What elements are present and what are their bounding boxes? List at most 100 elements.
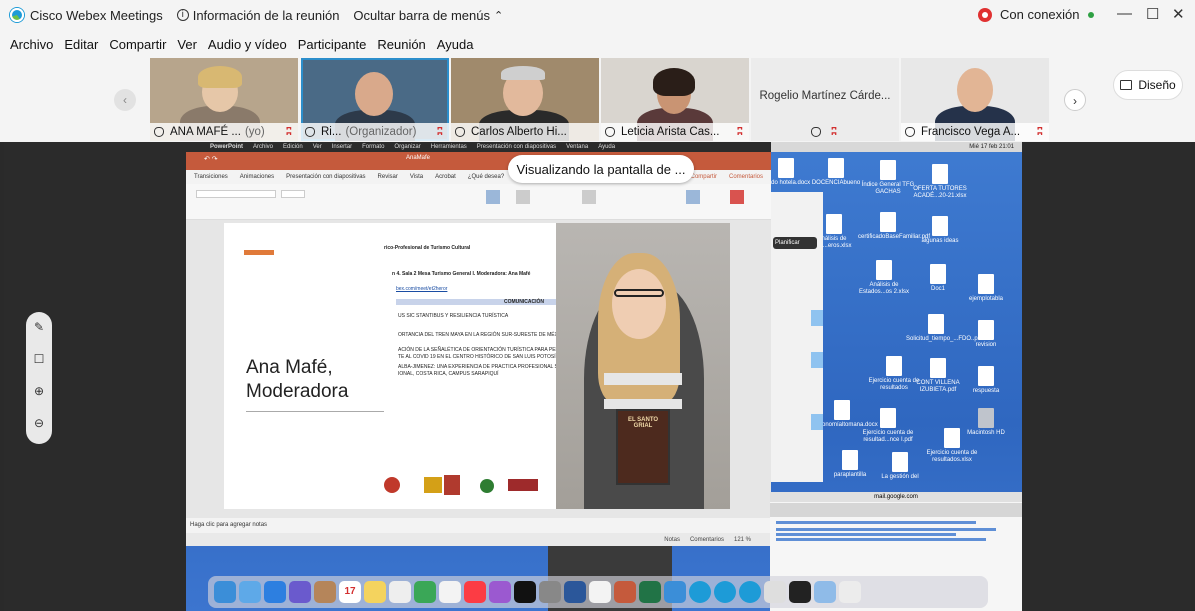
ppt-menu-item[interactable]: Presentación con diapositivas: [477, 144, 556, 150]
powerpoint-icon[interactable]: [614, 581, 636, 603]
reminders-icon[interactable]: [389, 581, 411, 603]
contacts-icon[interactable]: [314, 581, 336, 603]
webex-teams-dock-icon[interactable]: [739, 581, 761, 603]
ppt-comments-button[interactable]: Comentarios: [729, 174, 763, 180]
ribbon-tab[interactable]: Transiciones: [194, 174, 228, 180]
ribbon-tab[interactable]: Vista: [410, 174, 423, 180]
webex-dock-icon[interactable]: [689, 581, 711, 603]
onedrive-icon[interactable]: [664, 581, 686, 603]
photos-icon[interactable]: [439, 581, 461, 603]
safari-icon[interactable]: [264, 581, 286, 603]
desktop-file-icon[interactable]: ejemplotabla: [956, 274, 1016, 303]
browser-tabs[interactable]: [770, 503, 1022, 517]
menu-archivo[interactable]: Archivo: [10, 37, 53, 52]
system-preferences-icon[interactable]: [539, 581, 561, 603]
ribbon-search[interactable]: ¿Qué desea?: [468, 174, 504, 180]
annotate-pen-icon[interactable]: ✎: [32, 320, 46, 334]
minimize-button[interactable]: —: [1117, 5, 1132, 22]
desktop-file-icon[interactable]: revision: [956, 320, 1016, 349]
menu-compartir[interactable]: Compartir: [109, 37, 166, 52]
menu-audio-video[interactable]: Audio y vídeo: [208, 37, 287, 52]
slide[interactable]: Ana Mafé, Moderadora rico-Profesional de…: [224, 223, 730, 509]
preview-icon[interactable]: [764, 581, 786, 603]
ppt-menu-item[interactable]: Ayuda: [598, 144, 615, 150]
desktop-file-icon[interactable]: Análisis de Estados...os 2.xlsx: [854, 260, 914, 296]
menu-participante[interactable]: Participante: [298, 37, 367, 52]
menu-editar[interactable]: Editar: [64, 37, 98, 52]
desktop-file-icon[interactable]: algunas ideas: [910, 216, 970, 245]
desktop-file-icon[interactable]: Ejercicio cuenta de resultados.xlsx: [922, 428, 982, 464]
trash-icon[interactable]: [839, 581, 861, 603]
ribbon-tab[interactable]: Acrobat: [435, 174, 456, 180]
desktop-file-icon[interactable]: DOCENCIAbueno: [806, 158, 866, 187]
tv-icon[interactable]: [514, 581, 536, 603]
slide-link[interactable]: bex.com/meet/et2heror: [396, 286, 447, 292]
participant-tile[interactable]: Leticia Arista Cas... ʭ: [601, 58, 749, 141]
desktop-file-icon[interactable]: certificadoBaseFamiliar.pdf: [858, 212, 930, 241]
zoom-out-icon[interactable]: ⊖: [32, 416, 46, 430]
arrange-icon[interactable]: [582, 190, 596, 204]
browser-url[interactable]: mail.google.com: [770, 492, 1022, 502]
close-button[interactable]: ✕: [1172, 5, 1185, 23]
side-app-window[interactable]: Planificar: [771, 192, 823, 482]
ppt-menu-item[interactable]: Organizar: [394, 144, 420, 150]
zoom-in-icon[interactable]: ⊕: [32, 384, 46, 398]
hide-menu-button[interactable]: Ocultar barra de menús: [353, 8, 490, 23]
maximize-button[interactable]: ☐: [1146, 5, 1159, 23]
meeting-info-button[interactable]: Información de la reunión: [193, 8, 340, 23]
scroll-right-button[interactable]: ›: [1064, 89, 1086, 111]
participant-tile[interactable]: Carlos Alberto Hi...: [451, 58, 599, 141]
viewing-share-banner[interactable]: Visualizando la pantalla de ...: [508, 155, 694, 183]
ppt-menu-item[interactable]: Edición: [283, 144, 303, 150]
chevron-up-icon[interactable]: ⌃: [494, 9, 503, 22]
undo-icon[interactable]: ↶ ↷: [204, 155, 218, 163]
ribbon-tab[interactable]: Animaciones: [240, 174, 274, 180]
mail-icon[interactable]: [239, 581, 261, 603]
excel-icon[interactable]: [639, 581, 661, 603]
layout-button[interactable]: Diseño: [1113, 70, 1183, 100]
desktop-file-icon[interactable]: Índice General TFG GACHAS: [858, 160, 918, 196]
ppt-menu-item[interactable]: Ventana: [566, 144, 588, 150]
chrome-icon[interactable]: [589, 581, 611, 603]
ppt-share-button[interactable]: Compartir: [691, 174, 717, 180]
word-icon[interactable]: [564, 581, 586, 603]
menu-reunion[interactable]: Reunión: [377, 37, 425, 52]
menu-ver[interactable]: Ver: [177, 37, 197, 52]
downloads-icon[interactable]: [814, 581, 836, 603]
participant-tile[interactable]: ANA MAFÉ ... (yo) ʭ: [150, 58, 298, 141]
ppt-menu-item[interactable]: Formato: [362, 144, 384, 150]
zoom-level[interactable]: 121 %: [734, 537, 751, 543]
ppt-menu-item[interactable]: Ver: [313, 144, 322, 150]
desktop-file-icon[interactable]: respuesta: [956, 366, 1016, 395]
ribbon-tab[interactable]: Presentación con diapositivas: [286, 174, 365, 180]
ribbon-tab[interactable]: Revisar: [378, 174, 398, 180]
finder-icon[interactable]: [214, 581, 236, 603]
scroll-left-button[interactable]: ‹: [114, 89, 136, 111]
design-ideas-icon[interactable]: [686, 190, 700, 204]
ppt-menu-item[interactable]: Archivo: [253, 144, 273, 150]
connection-status[interactable]: Con conexión: [978, 7, 1094, 22]
music-icon[interactable]: [464, 581, 486, 603]
terminal-icon[interactable]: [789, 581, 811, 603]
plan-button[interactable]: Planificar: [773, 237, 817, 249]
image-icon[interactable]: [486, 190, 500, 204]
ppt-menu-item[interactable]: Insertar: [332, 144, 352, 150]
notes-button[interactable]: Notas: [664, 537, 680, 543]
notes-icon[interactable]: [364, 581, 386, 603]
siri-icon[interactable]: [289, 581, 311, 603]
participant-tile[interactable]: Ri... (Organizador) ʭ: [301, 58, 449, 141]
remote-control-icon[interactable]: ☐: [32, 352, 46, 366]
ppt-menu-item[interactable]: Herramientas: [431, 144, 467, 150]
comments-status-button[interactable]: Comentarios: [690, 537, 724, 543]
webex-meetings-dock-icon[interactable]: [714, 581, 736, 603]
maps-icon[interactable]: [414, 581, 436, 603]
participant-tile[interactable]: Francisco Vega A... ʭ: [901, 58, 1049, 141]
menu-ayuda[interactable]: Ayuda: [437, 37, 474, 52]
notes-area[interactable]: Haga clic para agregar notas: [186, 518, 771, 533]
podcasts-icon[interactable]: [489, 581, 511, 603]
desktop-file-icon[interactable]: La gestión del: [870, 452, 930, 481]
share-pdf-icon[interactable]: [730, 190, 744, 204]
participant-tile[interactable]: Rogelio Martínez Cárde... ʭ: [751, 58, 899, 141]
shapes-icon[interactable]: [516, 190, 530, 204]
desktop-file-icon[interactable]: Ejercicio cuenta de resultad...nce I.pdf: [858, 408, 918, 444]
